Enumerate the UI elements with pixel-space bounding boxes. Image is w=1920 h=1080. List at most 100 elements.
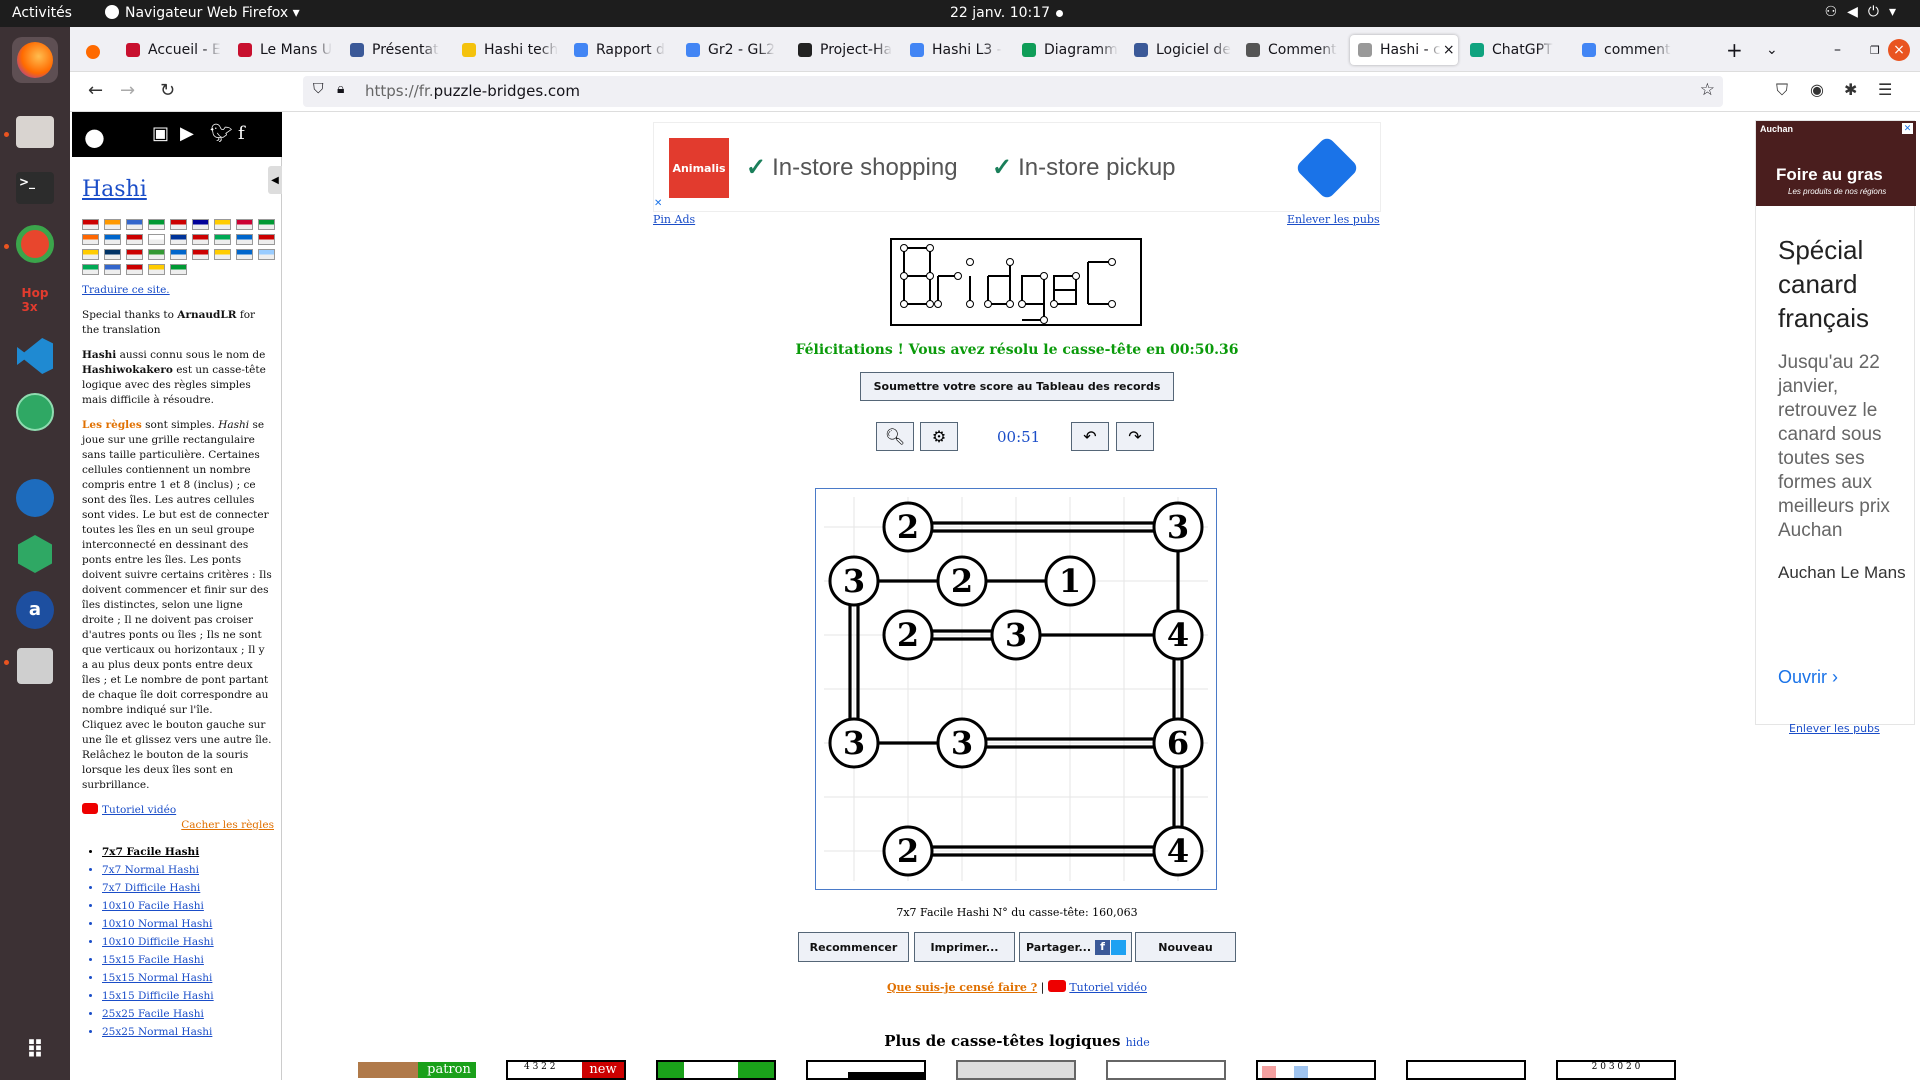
remove-ads-link-right[interactable]: Enlever les pubs [1789,722,1880,735]
language-flag-icon[interactable] [192,219,209,230]
language-flag-icon[interactable] [214,219,231,230]
language-flag-icon[interactable] [170,264,187,275]
forward-icon[interactable]: → [120,80,135,101]
language-flag-icon[interactable] [104,249,121,260]
collapse-sidebar-icon[interactable]: ◀ [268,166,282,194]
package-dock-icon[interactable] [12,531,58,577]
tab-list-icon[interactable]: ⌄ [1758,35,1778,65]
sidebar-title[interactable]: Hashi [82,177,274,203]
twitter-icon[interactable] [1111,939,1127,955]
language-flag-icon[interactable] [236,249,253,260]
language-flag-icon[interactable] [170,219,187,230]
search-dock-icon[interactable] [12,643,58,689]
browser-tab[interactable]: Logiciel de [1126,35,1234,65]
youtube-icon[interactable]: ▶ [180,123,194,144]
hide-link[interactable]: hide [1126,1036,1150,1049]
island[interactable]: 6 [1152,717,1204,769]
anydesk-dock-icon[interactable]: a [12,587,58,633]
ad-open-link[interactable]: Ouvrir › [1778,667,1838,688]
language-flag-icon[interactable] [126,219,143,230]
puzzle-thumb-3[interactable] [656,1060,776,1080]
files-dock-icon[interactable] [12,109,58,155]
puzzle-thumb-new[interactable]: 4 3 2 2 new [506,1060,626,1080]
back-icon[interactable]: ← [88,80,103,101]
maximize-icon[interactable]: ❐ [1862,35,1880,65]
user-icon[interactable]: ● [84,123,105,151]
island[interactable]: 3 [828,555,880,607]
atom-dock-icon[interactable] [12,389,58,435]
browser-tab[interactable]: Accueil - E [118,35,226,65]
language-flag-icon[interactable] [170,249,187,260]
browser-tab[interactable]: Hashi L3 - [902,35,1010,65]
video-tutorial-link[interactable]: Tutoriel vidéo [82,803,274,818]
twitter-icon[interactable]: 🐦︎ [210,123,233,144]
language-flag-icon[interactable] [236,219,253,230]
island[interactable]: 3 [936,717,988,769]
thunderbird-dock-icon[interactable] [12,475,58,521]
new-puzzle-button[interactable]: Nouveau [1135,932,1236,962]
top-ad-banner[interactable]: Animalis ✓ In-store shopping ✓ In-store pi… [653,122,1381,212]
shield-icon[interactable]: ⛉ [313,81,324,97]
pin-ads-link[interactable]: Pin Ads [653,213,695,226]
hide-rules-link[interactable]: Cacher les règles [82,818,274,833]
app-grid-icon[interactable]: ⠿ [12,1027,58,1073]
browser-tab[interactable]: Gr2 - GL2 [678,35,786,65]
level-link[interactable]: 15x15 Difficile Hashi [102,987,274,1005]
browser-tab[interactable]: Hashi tech [454,35,562,65]
level-link[interactable]: 10x10 Difficile Hashi [102,933,274,951]
video-tutorial-link[interactable]: Tutoriel vidéo [1069,981,1147,994]
translate-link[interactable]: Traduire ce site. [82,283,274,298]
pocket-icon[interactable]: ⛉ [1776,80,1788,100]
island[interactable]: 3 [990,609,1042,661]
language-flag-icon[interactable] [170,234,187,245]
language-flag-icon[interactable] [82,219,99,230]
redo-icon[interactable]: ↷ [1116,422,1154,451]
clock[interactable]: 22 janv. 10:17 [950,5,1050,21]
island[interactable]: 2 [882,825,934,877]
level-link[interactable]: 15x15 Normal Hashi [102,969,274,987]
language-flag-icon[interactable] [236,234,253,245]
puzzle-thumb-5[interactable] [956,1060,1076,1080]
hop3x-dock-icon[interactable]: Hop 3x [12,277,58,323]
level-link[interactable]: 15x15 Facile Hashi [102,951,274,969]
browser-tab[interactable]: Diagramm [1014,35,1122,65]
language-flag-icon[interactable] [82,234,99,245]
language-flag-icon[interactable] [104,219,121,230]
language-flag-icon[interactable] [192,249,209,260]
language-flag-icon[interactable] [148,264,165,275]
restart-button[interactable]: Recommencer [798,932,909,962]
site-logo[interactable] [890,238,1142,326]
language-flag-icon[interactable] [258,249,275,260]
activities-button[interactable]: Activités [12,5,72,21]
language-flag-icon[interactable] [126,249,143,260]
island[interactable]: 1 [1044,555,1096,607]
level-link[interactable]: 7x7 Normal Hashi [102,861,274,879]
submit-score-button[interactable]: Soumettre votre score au Tableau des rec… [860,372,1174,401]
firefox-dock-icon[interactable] [12,37,58,83]
reload-icon[interactable]: ↻ [160,80,175,101]
facebook-icon[interactable]: f [238,123,245,144]
level-link[interactable]: 10x10 Normal Hashi [102,915,274,933]
extensions-icon[interactable]: ✱ [1844,80,1857,99]
share-button[interactable]: Partager... f [1019,932,1132,962]
firefox-view-icon[interactable] [78,37,108,67]
language-flag-icon[interactable] [192,234,209,245]
puzzle-board[interactable]: 2332123433624 [815,488,1217,890]
puzzle-thumb-7[interactable] [1256,1060,1376,1080]
language-flag-icon[interactable] [258,219,275,230]
account-icon[interactable]: ◉ [1810,80,1824,99]
island[interactable]: 4 [1152,825,1204,877]
level-link[interactable]: 7x7 Difficile Hashi [102,879,274,897]
undo-icon[interactable]: ↶ [1071,422,1109,451]
island[interactable]: 2 [936,555,988,607]
puzzle-thumb-6[interactable] [1106,1060,1226,1080]
new-tab-button[interactable]: + [1718,35,1743,65]
directions-icon[interactable] [1294,135,1360,201]
browser-tab[interactable]: comment [1574,35,1682,65]
minimize-icon[interactable]: – [1826,35,1841,65]
island[interactable]: 3 [1152,501,1204,553]
island[interactable]: 4 [1152,609,1204,661]
language-flag-icon[interactable] [214,249,231,260]
puzzle-thumb-4[interactable] [806,1060,926,1080]
language-flag-icon[interactable] [126,234,143,245]
